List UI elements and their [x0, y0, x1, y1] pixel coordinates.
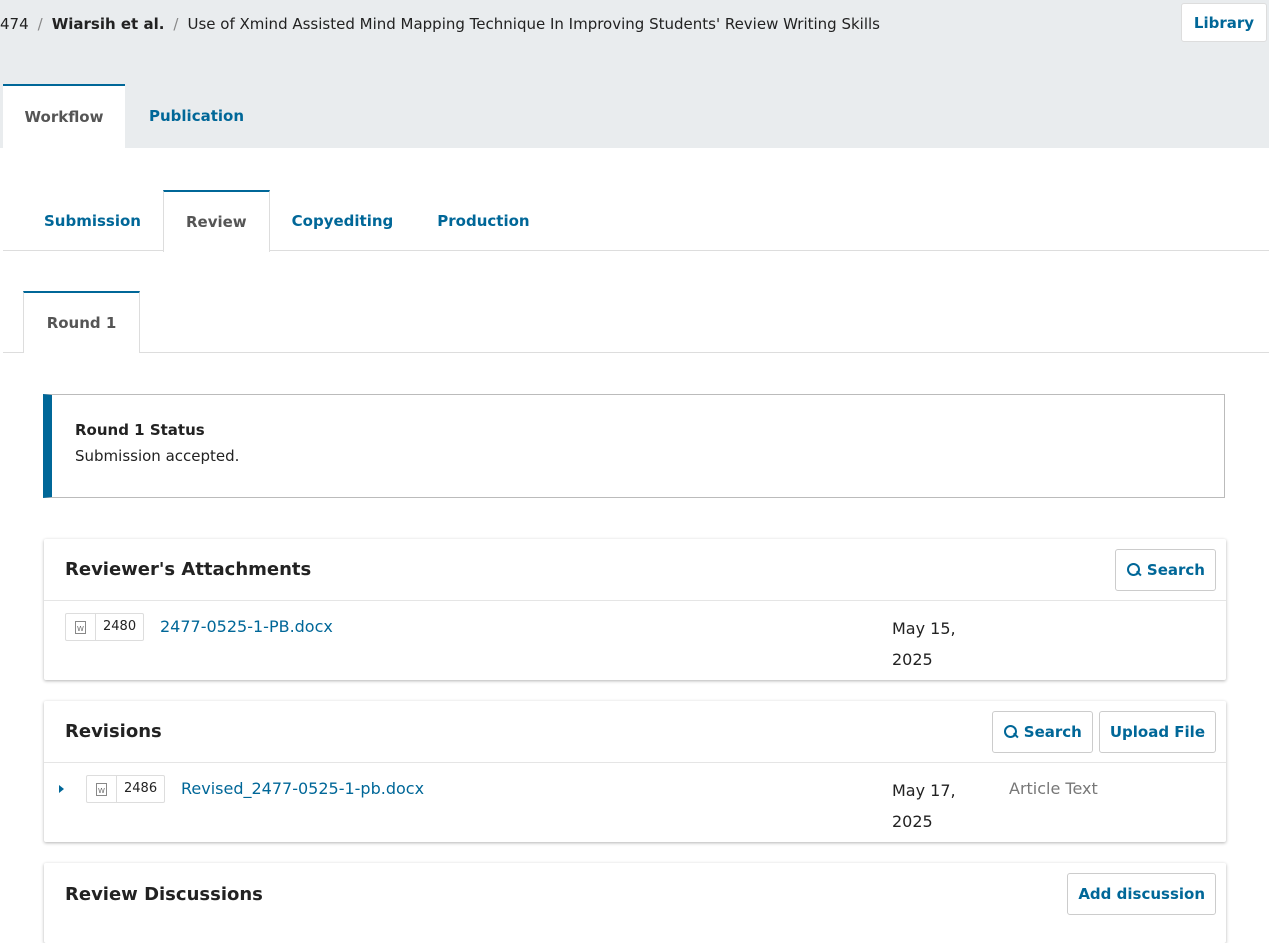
- file-id: 2480: [103, 619, 137, 634]
- file-badge: W 2486: [86, 775, 166, 803]
- docx-file-icon: W: [87, 776, 117, 802]
- round-status-notice: Round 1 Status Submission accepted.: [43, 394, 1225, 498]
- upload-file-button[interactable]: Upload File: [1098, 710, 1216, 753]
- breadcrumb-separator: /: [173, 15, 179, 33]
- docx-file-icon: W: [66, 614, 96, 640]
- search-icon: [1126, 562, 1141, 577]
- tab-review[interactable]: Review: [162, 190, 270, 252]
- breadcrumb-separator: /: [37, 15, 43, 33]
- tab-submission[interactable]: Submission: [28, 190, 163, 251]
- review-discussions-panel: Review Discussions Add discussion: [44, 863, 1226, 943]
- search-button-label: Search: [1146, 560, 1205, 579]
- file-link[interactable]: 2477-0525-1-PB.docx: [160, 613, 333, 641]
- file-date: May 15, 2025: [892, 619, 956, 669]
- reviewer-attachments-panel: Reviewer's Attachments Search W 2480 247…: [44, 539, 1226, 680]
- status-text: Submission accepted.: [75, 447, 240, 465]
- workflow-content: Submission Review Copyediting Production…: [3, 148, 1269, 943]
- tab-publication[interactable]: Publication: [125, 84, 262, 148]
- submission-header: 474 / Wiarsih et al. / Use of Xmind Assisted…: [0, 0, 1269, 148]
- library-button[interactable]: Library: [1181, 3, 1267, 42]
- file-badge: W 2480: [65, 613, 145, 641]
- stage-tabs: Submission Review Copyediting Production: [3, 190, 1269, 252]
- file-type: Article Text: [1009, 779, 1098, 798]
- expand-triangle-icon[interactable]: [59, 785, 64, 793]
- revisions-panel: Revisions Search Upload File W 2486 Revi…: [44, 701, 1226, 842]
- tab-workflow[interactable]: Workflow: [3, 84, 125, 148]
- status-title: Round 1 Status: [75, 421, 205, 439]
- panel-title: Reviewer's Attachments: [65, 559, 312, 580]
- file-date: May 17, 2025: [892, 781, 956, 831]
- panel-actions: Search Upload File: [991, 710, 1216, 753]
- panel-title: Revisions: [65, 721, 162, 742]
- panel-actions: Add discussion: [1067, 873, 1216, 915]
- file-link[interactable]: Revised_2477-0525-1-pb.docx: [181, 775, 424, 803]
- submission-id: 474: [0, 15, 29, 33]
- file-row: W 2480 2477-0525-1-PB.docx May 15, 2025: [44, 601, 1226, 681]
- round-tabs: Round 1: [3, 291, 1269, 353]
- search-button-label: Search: [1023, 722, 1082, 741]
- file-id: 2486: [124, 781, 158, 796]
- file-row: W 2486 Revised_2477-0525-1-pb.docx May 1…: [44, 763, 1226, 843]
- main-tabs: Workflow Publication: [3, 84, 262, 148]
- panel-header: Review Discussions Add discussion: [44, 863, 1226, 925]
- breadcrumb: 474 / Wiarsih et al. / Use of Xmind Assisted…: [0, 12, 880, 36]
- tab-round-1[interactable]: Round 1: [23, 291, 140, 353]
- add-discussion-button[interactable]: Add discussion: [1067, 873, 1216, 915]
- search-button[interactable]: Search: [991, 710, 1093, 753]
- search-icon: [1003, 724, 1018, 739]
- tab-copyediting[interactable]: Copyediting: [270, 190, 416, 251]
- search-button[interactable]: Search: [1114, 548, 1216, 591]
- submission-title: Use of Xmind Assisted Mind Mapping Techn…: [187, 15, 880, 33]
- panel-header: Reviewer's Attachments Search: [44, 539, 1226, 601]
- panel-header: Revisions Search Upload File: [44, 701, 1226, 763]
- tab-production[interactable]: Production: [415, 190, 551, 251]
- panel-actions: Search: [1114, 548, 1216, 591]
- submission-author: Wiarsih et al.: [51, 15, 165, 33]
- panel-title: Review Discussions: [65, 883, 263, 905]
